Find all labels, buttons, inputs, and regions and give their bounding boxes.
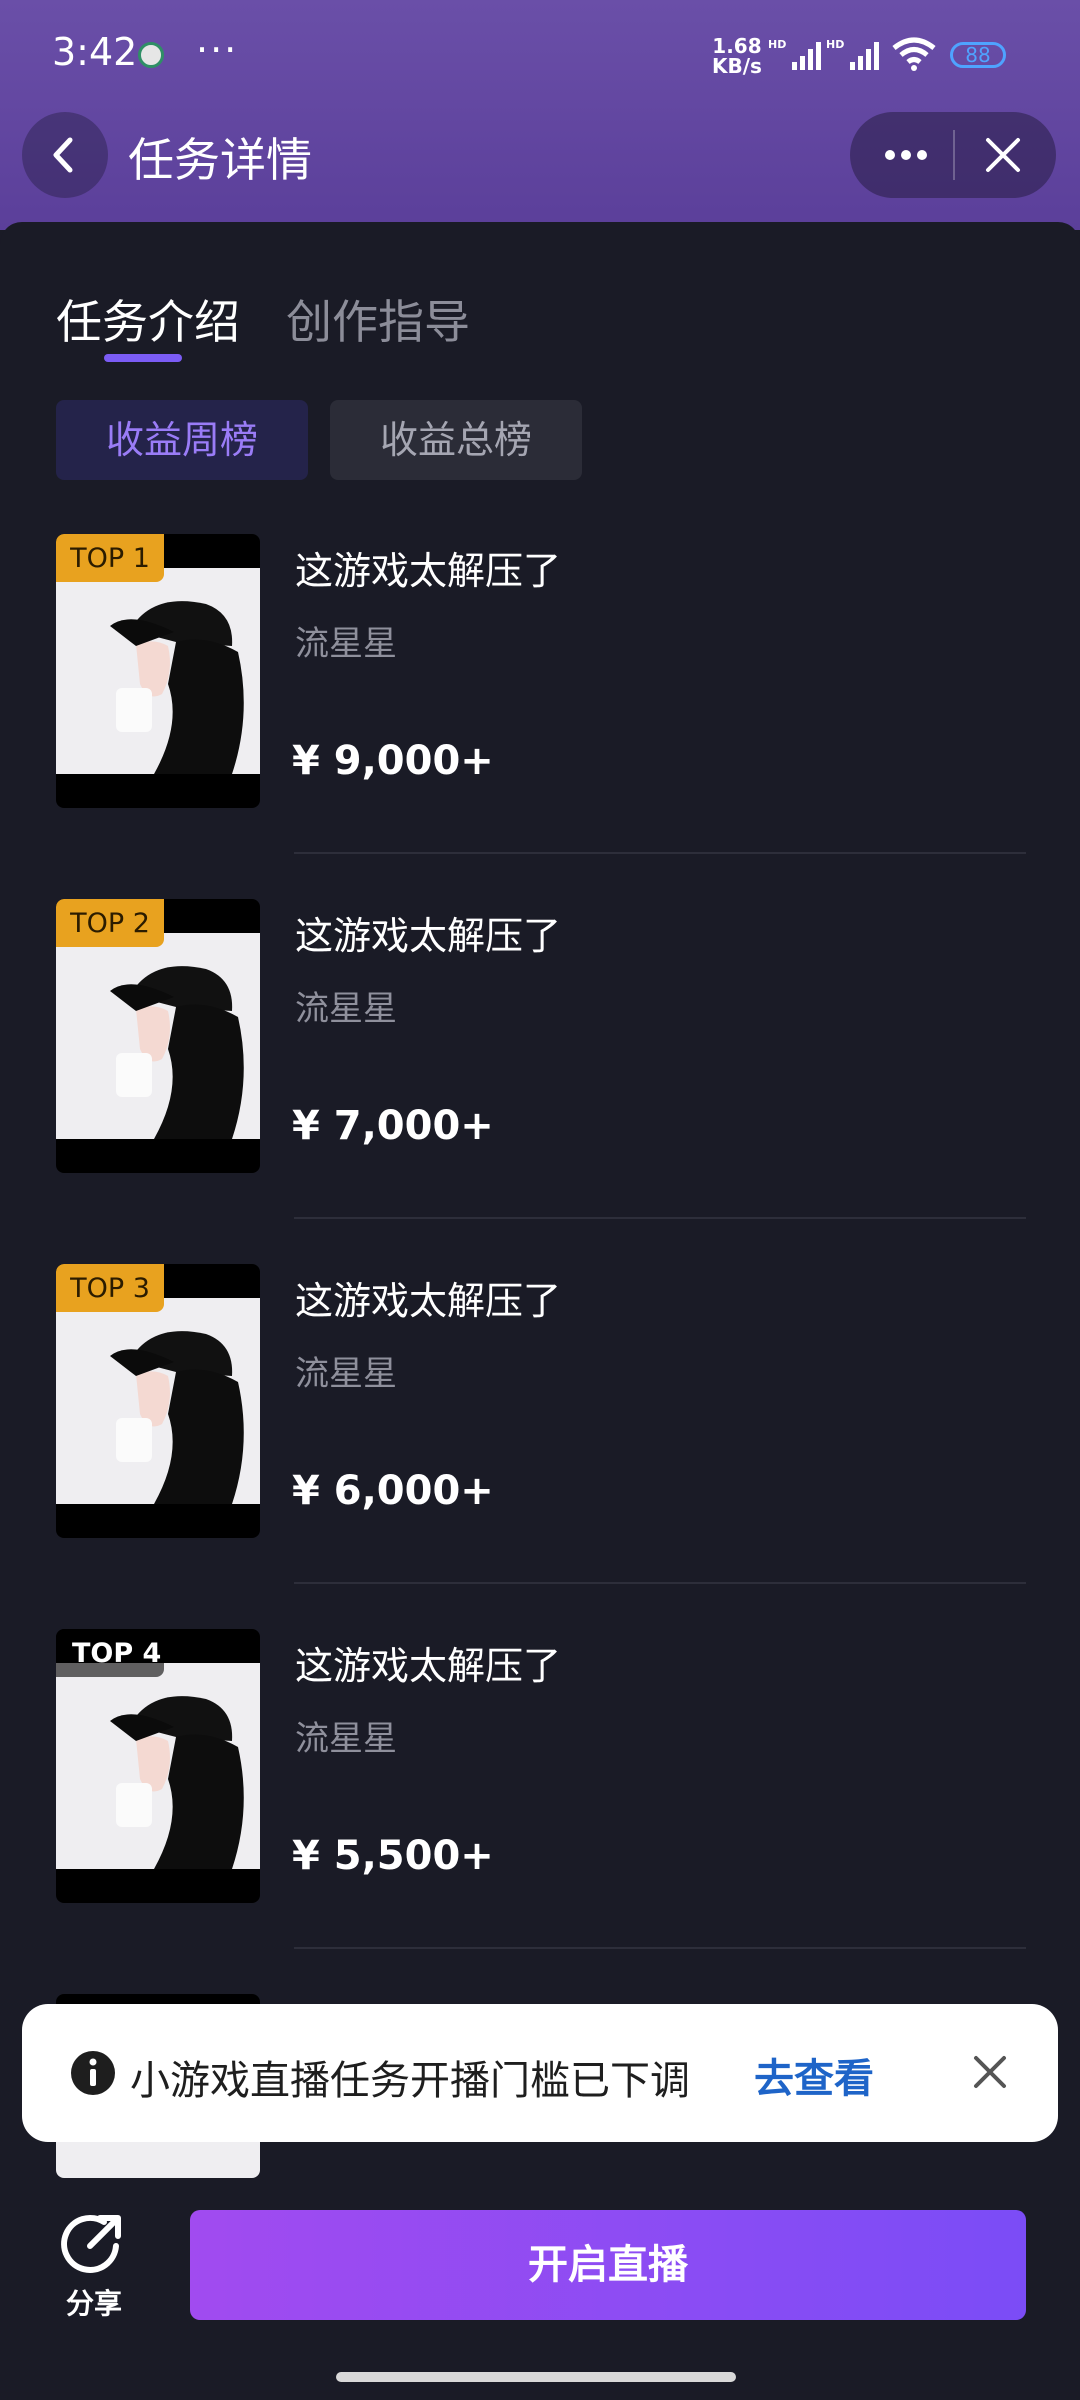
item-thumbnail: TOP 4 [56,1629,260,1903]
item-author: 流星星 [295,1354,397,1394]
network-speed-unit: KB/s [712,54,762,78]
tab-creation-guide[interactable]: 创作指导 [286,286,470,352]
info-icon [71,2051,115,2095]
divider [294,852,1026,854]
app-notification-icon [138,42,164,68]
svg-text:HD: HD [826,38,844,51]
tab-task-intro[interactable]: 任务介绍 [56,286,240,352]
status-bar: 3:42 ··· 1.68 KB/s HD HD 88 [0,0,1080,110]
filter-total-earnings[interactable]: 收益总榜 [330,400,582,480]
signal-icon-2: HD [826,38,879,70]
home-indicator[interactable] [336,2372,736,2382]
start-live-button[interactable]: 开启直播 [190,2210,1026,2320]
item-thumbnail: TOP 3 [56,1264,260,1538]
page-title: 任务详情 [128,133,312,187]
item-author: 流星星 [295,624,397,664]
rank-badge: TOP 2 [56,899,164,947]
item-thumbnail: TOP 1 [56,534,260,808]
toast-message: 小游戏直播任务开播门槛已下调 [130,2058,690,2104]
app-header: 3:42 ··· 1.68 KB/s HD HD 88 任务详情 [0,0,1080,230]
rank-badge: TOP 4 [56,1629,164,1677]
item-earnings: ¥ 5,500+ [292,1833,494,1879]
svg-text:HD: HD [768,38,786,51]
item-title: 这游戏太解压了 [295,1644,562,1688]
signal-icon: HD [768,38,821,70]
toast-close-icon[interactable] [972,2054,1008,2090]
list-item[interactable]: TOP 2 这游戏太解压了 流星星 ¥ 7,000+ [0,899,1080,1264]
back-button[interactable] [22,112,108,198]
status-more-icon: ··· [196,28,239,72]
list-item[interactable]: TOP 1 这游戏太解压了 流星星 ¥ 9,000+ [0,534,1080,899]
item-author: 流星星 [295,1719,397,1759]
filter-weekly-earnings[interactable]: 收益周榜 [56,400,308,480]
divider [294,1947,1026,1949]
view-details-link[interactable]: 去查看 [754,2046,874,2104]
item-author: 流星星 [295,989,397,1029]
battery-icon: 88 [950,42,1006,68]
item-thumbnail: TOP 2 [56,899,260,1173]
divider [294,1582,1026,1584]
item-earnings: ¥ 7,000+ [292,1103,494,1149]
more-options-icon[interactable] [876,112,936,198]
item-title: 这游戏太解压了 [295,1279,562,1323]
share-label[interactable]: 分享 [66,2282,122,2322]
active-tab-indicator [104,354,182,362]
item-earnings: ¥ 6,000+ [292,1468,494,1514]
item-title: 这游戏太解压了 [295,549,562,593]
rank-badge: TOP 1 [56,534,164,582]
item-title: 这游戏太解压了 [295,914,562,958]
network-speed-value: 1.68 [712,34,762,58]
rank-badge: TOP 3 [56,1264,164,1312]
wifi-icon [892,37,936,71]
status-time: 3:42 [52,30,138,74]
item-earnings: ¥ 9,000+ [292,738,494,784]
mini-program-capsule [850,112,1056,198]
list-item[interactable]: TOP 3 这游戏太解压了 流星星 ¥ 6,000+ [0,1264,1080,1629]
close-icon[interactable] [980,132,1026,178]
notice-toast: 小游戏直播任务开播门槛已下调 去查看 [22,2004,1058,2142]
share-icon[interactable] [60,2212,124,2276]
list-item[interactable]: TOP 4 这游戏太解压了 流星星 ¥ 5,500+ [0,1629,1080,1994]
network-speed: 1.68 KB/s [712,36,762,76]
chevron-left-icon [53,137,73,173]
divider [294,1217,1026,1219]
capsule-divider [953,130,955,180]
